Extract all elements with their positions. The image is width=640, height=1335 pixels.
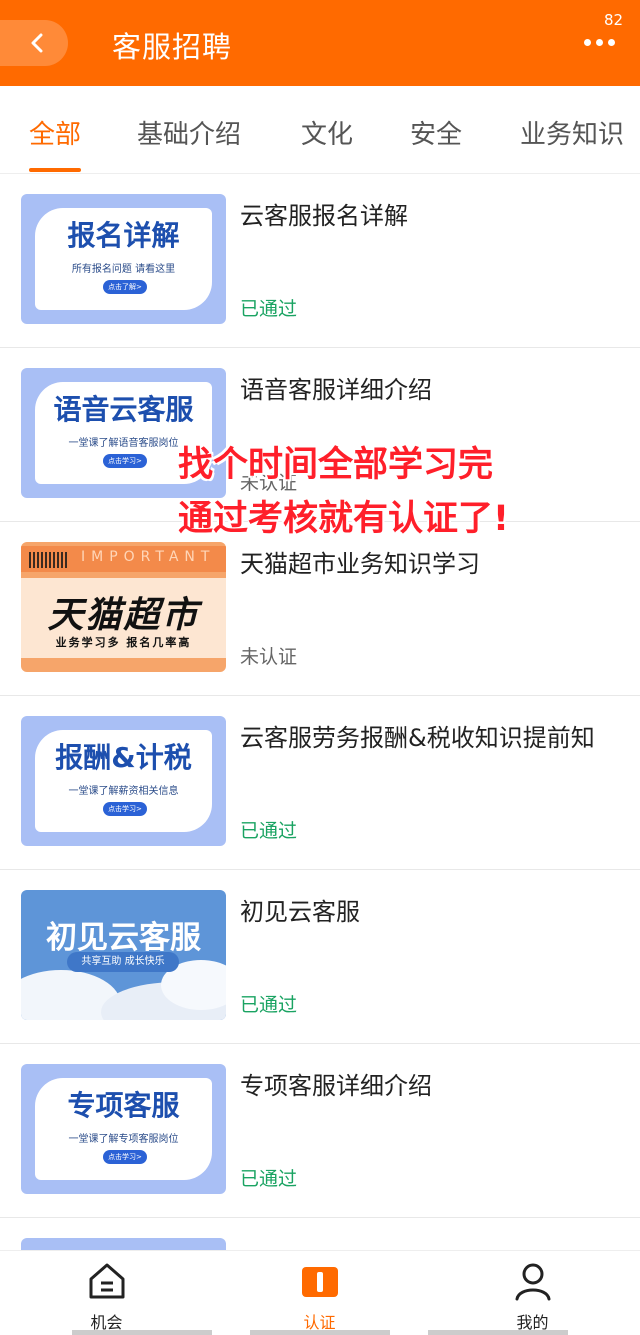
course-title: 天猫超市业务知识学习 <box>240 550 480 578</box>
course-item[interactable]: 报酬&计税 一堂课了解薪资相关信息 点击学习> 云客服劳务报酬&税收知识提前知 … <box>0 696 640 870</box>
course-item[interactable]: 初见云客服 共享互助 成长快乐 初见云客服 已通过 <box>0 870 640 1044</box>
course-title: 云客服劳务报酬&税收知识提前知 <box>240 724 595 752</box>
more-dots-icon <box>584 39 591 46</box>
course-item[interactable]: 专项客服 一堂课了解专项客服岗位 点击学习> 专项客服详细介绍 已通过 <box>0 1044 640 1218</box>
course-thumbnail: 专项客服 一堂课了解专项客服岗位 点击学习> <box>21 1064 226 1194</box>
category-tabs: 全部 基础介绍 文化 安全 业务知识 <box>0 96 640 174</box>
home-icon <box>89 1263 125 1299</box>
course-thumbnail: 初见云客服 共享互助 成长快乐 <box>21 890 226 1020</box>
bottom-navigation: 机会 认证 我的 <box>0 1250 640 1335</box>
tab-all[interactable]: 全部 <box>29 114 81 151</box>
course-item[interactable]: IMPORTANT 天猫超市 业务学习多 报名几率高 天猫超市业务知识学习 未认… <box>0 522 640 696</box>
course-thumbnail: 报名详解 所有报名问题 请看这里 点击了解> <box>21 194 226 324</box>
barcode-icon <box>29 552 67 568</box>
course-status: 已通过 <box>240 1168 298 1190</box>
more-options-button[interactable] <box>578 32 622 54</box>
course-status: 已通过 <box>240 994 298 1016</box>
course-title: 云客服报名详解 <box>240 202 408 230</box>
course-title: 初见云客服 <box>240 898 360 926</box>
back-button[interactable] <box>0 20 68 66</box>
gesture-bar <box>72 1330 212 1335</box>
notification-count: 82 <box>604 11 624 29</box>
tab-basics[interactable]: 基础介绍 <box>137 114 241 151</box>
active-tab-indicator <box>29 168 81 172</box>
page-title: 客服招聘 <box>112 30 233 64</box>
tab-culture[interactable]: 文化 <box>301 114 353 151</box>
course-thumbnail: 报酬&计税 一堂课了解薪资相关信息 点击学习> <box>21 716 226 846</box>
tab-business-knowledge[interactable]: 业务知识 <box>520 114 624 151</box>
user-icon <box>515 1263 551 1301</box>
course-thumbnail: IMPORTANT 天猫超市 业务学习多 报名几率高 <box>21 542 226 672</box>
chevron-left-icon <box>31 33 43 53</box>
nav-certification[interactable]: 认证 <box>213 1251 426 1335</box>
overlay-annotation-line2: 通过考核就有认证了! <box>178 499 509 539</box>
course-status: 已通过 <box>240 298 298 320</box>
tab-security[interactable]: 安全 <box>410 114 462 151</box>
nav-profile[interactable]: 我的 <box>426 1251 639 1335</box>
course-title: 专项客服详细介绍 <box>240 1072 432 1100</box>
app-header: 客服招聘 82 <box>0 0 640 86</box>
overlay-annotation-line1: 找个时间全部学习完 <box>178 445 494 485</box>
course-title: 语音客服详细介绍 <box>240 376 432 404</box>
course-status: 未认证 <box>240 646 298 668</box>
course-item[interactable]: 报名详解 所有报名问题 请看这里 点击了解> 云客服报名详解 已通过 <box>0 174 640 348</box>
book-icon <box>302 1267 338 1297</box>
nav-opportunities[interactable]: 机会 <box>0 1251 213 1335</box>
course-status: 已通过 <box>240 820 298 842</box>
